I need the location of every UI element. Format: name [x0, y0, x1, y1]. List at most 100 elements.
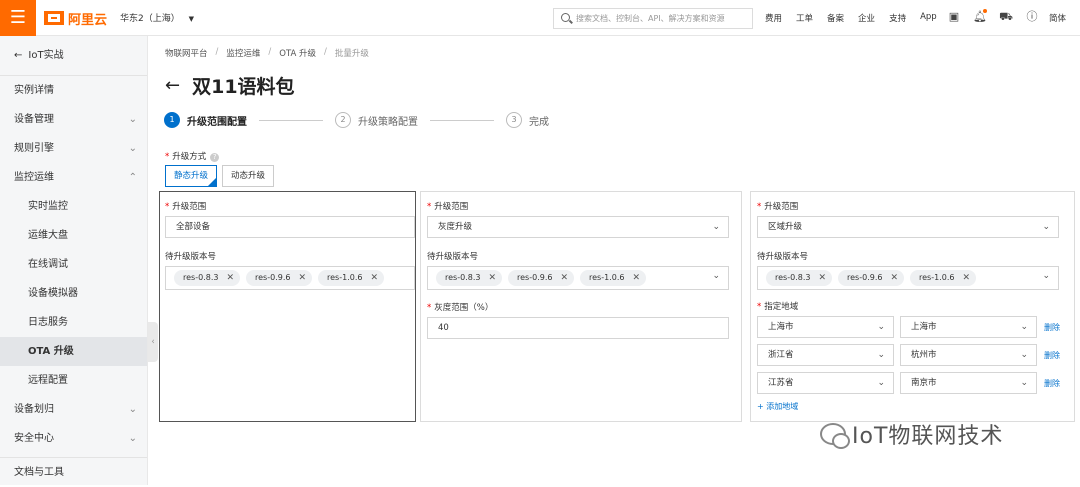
static-upgrade-button[interactable]: 静态升级	[165, 165, 218, 187]
close-icon[interactable]: ✕	[632, 273, 640, 283]
chevron-down-icon: ⌄	[877, 378, 885, 388]
cart-icon[interactable]: ⛟	[999, 10, 1013, 24]
close-icon[interactable]: ✕	[298, 273, 306, 283]
link-app[interactable]: App	[920, 12, 937, 24]
sidebar-collapse-handle[interactable]: ‹	[148, 322, 158, 362]
link-tickets[interactable]: 工单	[796, 12, 813, 24]
gray-range-label: * 灰度范围（%）	[427, 301, 493, 313]
city-select[interactable]: 杭州市 ⌄	[900, 344, 1037, 366]
region-label: * 指定地域	[757, 300, 798, 312]
version-tag-text: res-0.8.3	[183, 273, 219, 282]
sidebar-item-assignment[interactable]: 设备划归 ⌄	[0, 395, 147, 424]
link-fees[interactable]: 费用	[765, 12, 782, 24]
sidebar-item-label: 实例详情	[14, 85, 54, 96]
city-select[interactable]: 南京市 ⌄	[900, 372, 1037, 394]
bell-icon[interactable]: 🔔︎	[973, 9, 987, 24]
scope-select[interactable]: 灰度升级 ⌄	[427, 216, 729, 238]
panel-gray-upgrade: * 升级范围 灰度升级 ⌄ 待升级版本号 res-0.8.3 ✕ res-0.9.6 ✕…	[420, 191, 742, 422]
terminal-icon[interactable]: ▣	[947, 10, 961, 24]
notification-dot	[983, 9, 987, 13]
upgrade-mode-text: 升级方式	[172, 152, 207, 162]
link-support[interactable]: 支持	[889, 12, 906, 24]
step-connector	[430, 119, 494, 121]
top-links: 费用 工单 备案 企业 支持 App	[765, 12, 951, 24]
version-tag: res-0.9.6 ✕	[838, 270, 904, 286]
scope-select-value: 灰度升级	[438, 222, 473, 232]
close-icon[interactable]: ✕	[370, 273, 378, 283]
scope-label: * 升级范围	[757, 200, 798, 212]
chevron-down-icon: ⌄	[128, 114, 137, 125]
page-header: ← 双11语料包	[165, 72, 295, 99]
delete-region-button[interactable]: 删除	[1044, 322, 1060, 333]
step-1-number: 1	[164, 112, 180, 128]
city-select[interactable]: 上海市 ⌄	[900, 316, 1037, 338]
delete-region-button[interactable]: 删除	[1044, 350, 1060, 361]
dynamic-upgrade-button[interactable]: 动态升级	[222, 165, 275, 187]
city-value: 杭州市	[911, 350, 937, 360]
sidebar-item-devices[interactable]: 设备管理 ⌄	[0, 105, 147, 134]
scope-label: * 升级范围	[165, 200, 206, 212]
global-search-input[interactable]: 搜索文档、控制台、API、解决方案和资源	[553, 8, 753, 29]
sidebar-item-ota[interactable]: OTA 升级	[0, 337, 147, 366]
breadcrumb: 物联网平台 / 监控运维 / OTA 升级 / 批量升级	[165, 47, 369, 59]
scope-label: * 升级范围	[427, 200, 468, 212]
version-multiselect[interactable]: res-0.8.3 ✕ res-0.9.6 ✕ res-1.0.6 ✕ ⌄	[757, 266, 1059, 290]
sidebar-item-simulator[interactable]: 设备模拟器	[0, 279, 147, 308]
close-icon[interactable]: ✕	[890, 273, 898, 283]
help-icon[interactable]: ⓘ	[1025, 10, 1039, 24]
sidebar-item-realtime[interactable]: 实时监控	[0, 192, 147, 221]
gray-range-input[interactable]: 40	[427, 317, 729, 339]
version-tag-text: res-0.8.3	[445, 273, 481, 282]
close-icon[interactable]: ✕	[560, 273, 568, 283]
sidebar-item-label: 运维大盘	[28, 230, 68, 241]
sidebar-item-label: 设备管理	[14, 114, 54, 125]
region-selector[interactable]: 华东2（上海） ▼	[120, 11, 194, 24]
sidebar-back-label: IoT实战	[28, 50, 64, 61]
province-select[interactable]: 江苏省 ⌄	[757, 372, 894, 394]
brand-logo[interactable]: 阿里云	[44, 9, 107, 28]
close-icon[interactable]: ✕	[962, 273, 970, 283]
sidebar-item-label: OTA 升级	[28, 346, 74, 357]
version-tag-text: res-0.9.6	[847, 273, 883, 282]
sidebar-item-rules[interactable]: 规则引擎 ⌄	[0, 134, 147, 163]
sidebar-item-docs[interactable]: 文档与工具	[0, 458, 147, 487]
version-label: 待升级版本号	[427, 252, 479, 262]
breadcrumb-item[interactable]: 监控运维	[226, 47, 260, 59]
chevron-down-icon: ⌄	[1020, 378, 1028, 388]
search-placeholder: 搜索文档、控制台、API、解决方案和资源	[576, 14, 725, 23]
version-multiselect[interactable]: res-0.8.3 ✕ res-0.9.6 ✕ res-1.0.6 ✕	[165, 266, 415, 290]
sidebar-item-remote-config[interactable]: 远程配置	[0, 366, 147, 395]
sidebar-item-dashboard[interactable]: 运维大盘	[0, 221, 147, 250]
breadcrumb-item[interactable]: 物联网平台	[165, 47, 208, 59]
help-icon[interactable]: ?	[210, 153, 220, 162]
sidebar-item-instance[interactable]: 实例详情	[0, 76, 147, 105]
sidebar-item-security[interactable]: 安全中心 ⌄	[0, 424, 147, 453]
breadcrumb-item[interactable]: OTA 升级	[279, 47, 316, 59]
close-icon[interactable]: ✕	[488, 273, 496, 283]
link-icp[interactable]: 备案	[827, 12, 844, 24]
sidebar-item-label: 实时监控	[28, 201, 68, 212]
province-select[interactable]: 浙江省 ⌄	[757, 344, 894, 366]
sidebar-back[interactable]: ← IoT实战	[0, 36, 147, 76]
chevron-down-icon: ⌄	[712, 222, 720, 232]
add-region-link[interactable]: + 添加地域	[757, 401, 798, 412]
delete-region-button[interactable]: 删除	[1044, 378, 1060, 389]
scope-select[interactable]: 全部设备	[165, 216, 415, 238]
breadcrumb-item-current: 批量升级	[334, 49, 369, 59]
language-switch[interactable]: 简体	[1049, 12, 1066, 24]
sidebar-item-debug[interactable]: 在线调试	[0, 250, 147, 279]
link-enterprise[interactable]: 企业	[858, 12, 875, 24]
back-arrow-icon[interactable]: ←	[165, 75, 180, 96]
sidebar-item-logs[interactable]: 日志服务	[0, 308, 147, 337]
province-value: 江苏省	[768, 378, 794, 388]
close-icon[interactable]: ✕	[226, 273, 234, 283]
scope-select[interactable]: 区域升级 ⌄	[757, 216, 1059, 238]
close-icon[interactable]: ✕	[818, 273, 826, 283]
hamburger-menu-icon[interactable]: ☰	[0, 0, 36, 36]
version-multiselect[interactable]: res-0.8.3 ✕ res-0.9.6 ✕ res-1.0.6 ✕ ⌄	[427, 266, 729, 290]
search-icon	[561, 13, 570, 22]
sidebar-item-monitoring[interactable]: 监控运维 ⌃	[0, 163, 147, 192]
province-select[interactable]: 上海市 ⌄	[757, 316, 894, 338]
sidebar-item-label: 设备模拟器	[28, 288, 78, 299]
version-tag-text: res-0.9.6	[517, 273, 553, 282]
